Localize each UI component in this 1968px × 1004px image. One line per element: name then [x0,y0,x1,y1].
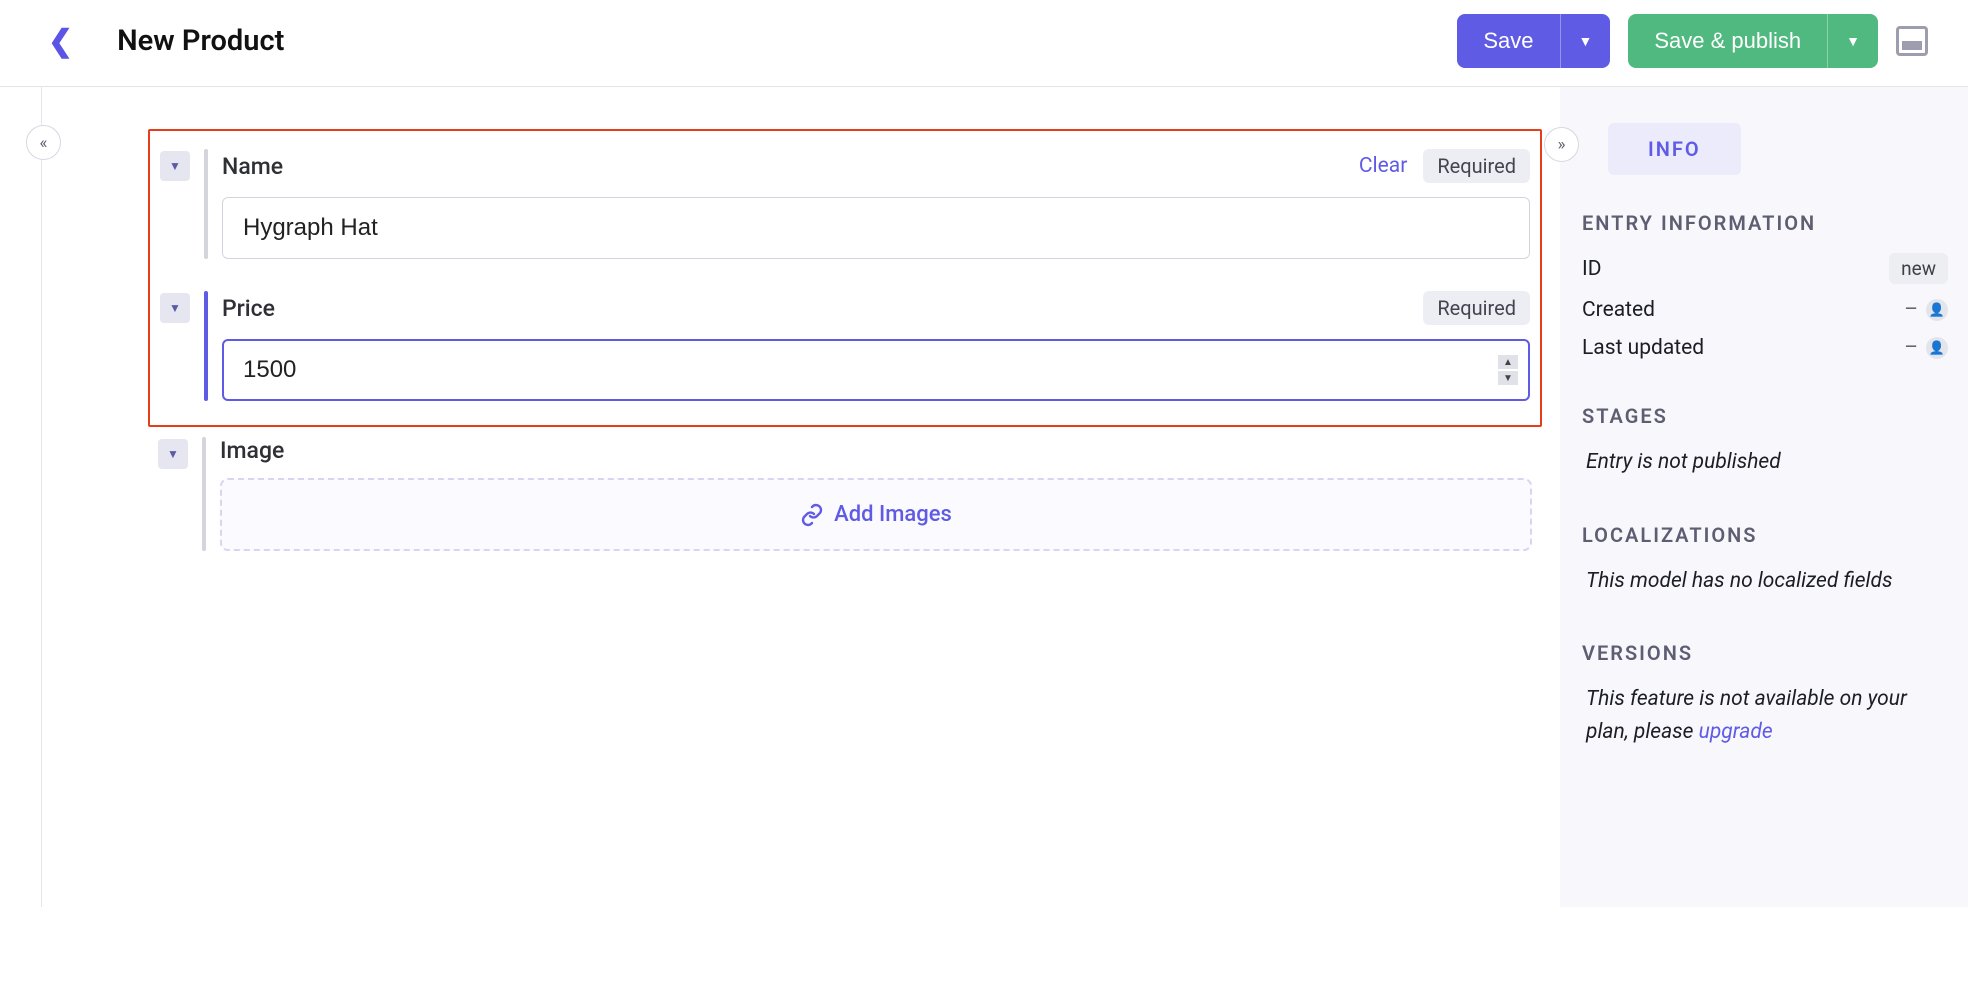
collapse-right-icon[interactable]: » [1544,127,1579,162]
localizations-note: This model has no localized fields [1586,565,1948,598]
number-stepper[interactable]: ▲ ▼ [1498,355,1518,385]
field-indicator [204,149,208,259]
created-value: – [1904,298,1918,322]
section-title: LOCALIZATIONS [1582,523,1948,547]
upgrade-link[interactable]: upgrade [1699,720,1773,744]
updated-value: – [1904,336,1918,360]
id-badge: new [1889,253,1948,284]
field-name: ▼ Name Clear Required [160,149,1530,259]
link-icon [800,503,824,527]
step-up-icon[interactable]: ▲ [1498,355,1518,369]
step-down-icon[interactable]: ▼ [1498,371,1518,385]
save-button-group: Save ▼ [1457,14,1610,68]
page-title: New Product [117,24,284,58]
collapse-toggle[interactable]: ▼ [160,293,190,323]
clear-button[interactable]: Clear [1359,154,1407,178]
stages-note: Entry is not published [1586,446,1948,479]
chevron-down-icon: ▼ [1846,33,1860,49]
add-images-button[interactable]: Add Images [220,478,1532,551]
section-title: VERSIONS [1582,641,1948,665]
versions-note: This feature is not available on your pl… [1586,683,1948,748]
highlight-box: ▼ Name Clear Required ▼ [148,129,1542,427]
field-label: Price [222,295,275,322]
field-label: Image [220,437,284,464]
save-button[interactable]: Save [1457,14,1559,68]
left-gutter: « [0,87,42,907]
info-tab[interactable]: INFO [1608,123,1741,175]
save-publish-button-group: Save & publish ▼ [1628,14,1878,68]
required-badge: Required [1423,291,1530,325]
save-publish-dropdown[interactable]: ▼ [1827,14,1878,68]
back-chevron-icon[interactable]: ❮ [40,20,81,63]
section-stages: STAGES Entry is not published [1582,404,1948,479]
collapse-toggle[interactable]: ▼ [158,439,188,469]
field-price: ▼ Price Required ▲ ▼ [160,291,1530,401]
user-icon: 👤 [1926,337,1948,359]
form-area: ▼ Name Clear Required ▼ [42,87,1556,907]
row-id: ID new [1582,253,1948,284]
row-updated: Last updated – 👤 [1582,336,1948,360]
section-localizations: LOCALIZATIONS This model has no localize… [1582,523,1948,598]
required-badge: Required [1423,149,1530,183]
chevron-down-icon: ▼ [1579,33,1593,49]
section-entry-info: ENTRY INFORMATION ID new Created – 👤 Las… [1582,211,1948,360]
field-image: ▼ Image Add Images [148,437,1542,551]
field-indicator [202,437,206,551]
section-title: ENTRY INFORMATION [1582,211,1948,235]
header: ❮ New Product Save ▼ Save & publish ▼ [0,0,1968,87]
name-input[interactable] [222,197,1530,259]
add-images-label: Add Images [834,502,952,527]
field-indicator [204,291,208,401]
row-created: Created – 👤 [1582,298,1948,322]
section-title: STAGES [1582,404,1948,428]
section-versions: VERSIONS This feature is not available o… [1582,641,1948,748]
updated-label: Last updated [1582,336,1704,360]
expand-left-icon[interactable]: « [26,125,61,160]
price-input[interactable] [222,339,1530,401]
collapse-toggle[interactable]: ▼ [160,151,190,181]
created-label: Created [1582,298,1655,322]
save-dropdown[interactable]: ▼ [1560,14,1611,68]
info-sidebar: » INFO ENTRY INFORMATION ID new Created … [1560,87,1968,907]
panel-toggle-icon[interactable] [1896,26,1928,56]
id-label: ID [1582,257,1602,281]
user-icon: 👤 [1926,299,1948,321]
save-publish-button[interactable]: Save & publish [1628,14,1827,68]
field-label: Name [222,153,283,180]
